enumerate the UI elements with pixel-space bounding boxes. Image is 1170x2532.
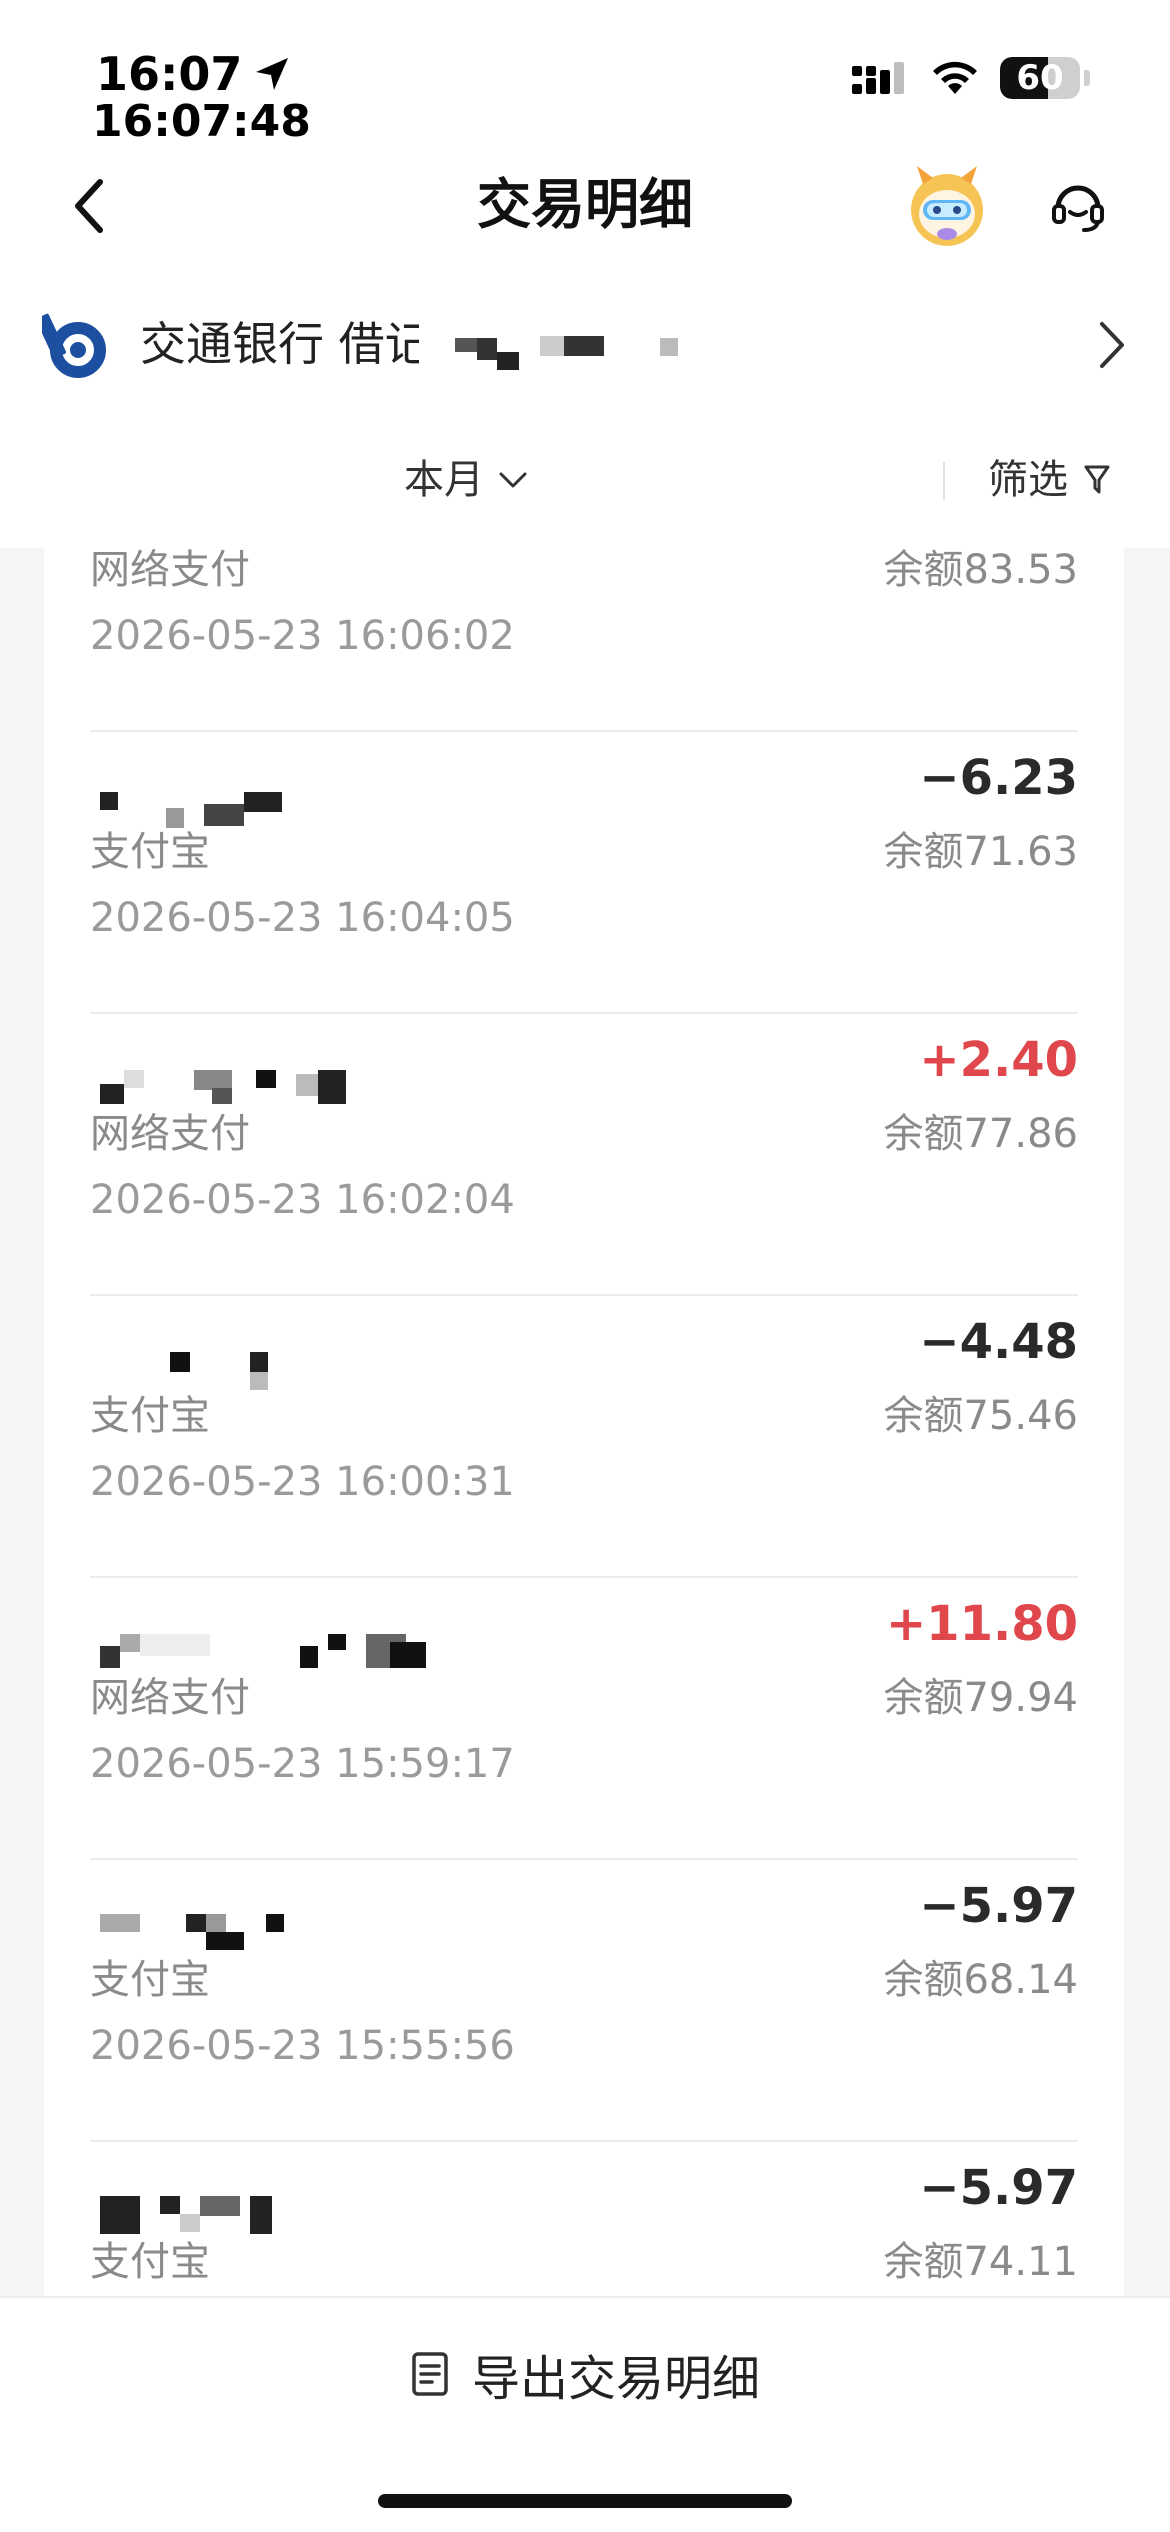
- filter-button[interactable]: 筛选: [988, 456, 1110, 504]
- transaction-channel: 支付宝: [90, 1957, 210, 2003]
- transaction-time: 2026-05-23 16:06:02: [90, 613, 515, 659]
- transaction-channel: 网络支付: [90, 548, 250, 593]
- transaction-time: 2026-05-23 15:55:56: [90, 2023, 515, 2069]
- transaction-amount: −6.23: [919, 750, 1078, 806]
- transaction-balance: 余额83.53: [883, 548, 1078, 593]
- status-time: 16:07: [96, 50, 292, 98]
- transaction-balance: 余额74.11: [883, 2239, 1078, 2285]
- filter-label: 筛选: [988, 457, 1068, 503]
- redacted-merchant-name: [100, 1634, 426, 1678]
- transaction-row[interactable]: +2.40 网络支付 余额77.86 2026-05-23 16:02:04: [90, 1014, 1078, 1296]
- customer-service-headset-icon[interactable]: [1048, 176, 1108, 236]
- status-time-text: 16:07: [96, 47, 243, 101]
- transaction-amount: −5.97: [919, 1878, 1078, 1934]
- filter-divider: [943, 462, 945, 500]
- transaction-row[interactable]: −4.48 支付宝 余额75.46 2026-05-23 16:00:31: [90, 1296, 1078, 1578]
- chevron-right-icon: [1100, 322, 1124, 368]
- card-type-text: 借记卡: [338, 317, 419, 371]
- transaction-channel: 支付宝: [90, 2239, 210, 2285]
- wifi-icon: [933, 61, 977, 94]
- account-name: 交通银行 借记卡: [140, 316, 419, 372]
- period-label: 本月: [404, 457, 484, 503]
- transaction-time: 2026-05-23 16:02:04: [90, 1177, 515, 1223]
- cellular-signal-icon: [852, 62, 904, 94]
- transaction-row[interactable]: −5.97 支付宝 余额74.11: [90, 2142, 1078, 2296]
- transaction-row[interactable]: −6.23 支付宝 余额71.63 2026-05-23 16:04:05: [90, 732, 1078, 1014]
- header-area: 16:07 16:07:48 60 交易明细 交通银行 借记 本月 筛选: [0, 0, 1170, 548]
- transaction-row[interactable]: 网络支付 余额83.53 2026-05-23 16:06:02: [90, 548, 1078, 732]
- redacted-merchant-name: [100, 1914, 300, 1958]
- transaction-list[interactable]: 网络支付 余额83.53 2026-05-23 16:06:02 −6.23 支…: [44, 548, 1124, 2296]
- redacted-merchant-name: [100, 1070, 346, 1114]
- transaction-amount: −4.48: [919, 1314, 1078, 1370]
- bottom-bar: 导出交易明细: [0, 2296, 1170, 2532]
- status-time-seconds: 16:07:48: [92, 96, 311, 147]
- period-dropdown[interactable]: 本月: [404, 456, 528, 504]
- status-indicators: 60: [852, 56, 1090, 100]
- transaction-channel: 网络支付: [90, 1675, 250, 1721]
- transaction-channel: 网络支付: [90, 1111, 250, 1157]
- battery-indicator: 60: [1000, 57, 1080, 99]
- transaction-row[interactable]: −5.97 支付宝 余额68.14 2026-05-23 15:55:56: [90, 1860, 1078, 2142]
- funnel-icon: [1084, 465, 1110, 494]
- home-indicator[interactable]: [378, 2494, 792, 2508]
- redacted-merchant-name: [100, 2196, 300, 2240]
- transaction-amount: −5.97: [919, 2160, 1078, 2216]
- transaction-time: 2026-05-23 15:59:17: [90, 1741, 515, 1787]
- transaction-amount: +2.40: [919, 1032, 1078, 1088]
- transaction-balance: 余额68.14: [883, 1957, 1078, 2003]
- mascot-avatar-icon[interactable]: [903, 162, 991, 250]
- transaction-row[interactable]: +11.80 网络支付 余额79.94 2026-05-23 15:59:17: [90, 1578, 1078, 1860]
- export-label: 导出交易明细: [471, 2351, 760, 2407]
- transaction-balance: 余额71.63: [883, 829, 1078, 875]
- page-title: 交易明细: [477, 173, 693, 236]
- document-icon: [412, 2352, 448, 2396]
- bank-name-text: 交通银行: [140, 317, 324, 371]
- battery-tip: [1084, 70, 1090, 86]
- transaction-balance: 余额77.86: [883, 1111, 1078, 1157]
- filter-bar: 本月 筛选: [0, 440, 1170, 520]
- chevron-down-icon: [499, 472, 527, 488]
- battery-percent: 60: [1016, 58, 1064, 98]
- export-transactions-button[interactable]: 导出交易明细: [0, 2334, 1170, 2414]
- redacted-merchant-name: [170, 1352, 290, 1396]
- transaction-channel: 支付宝: [90, 829, 210, 875]
- transaction-balance: 余额75.46: [883, 1393, 1078, 1439]
- redacted-card-number: [455, 330, 685, 380]
- account-selector[interactable]: 交通银行 借记卡: [0, 300, 1170, 390]
- transaction-amount: +11.80: [885, 1596, 1078, 1652]
- transaction-balance: 余额79.94: [883, 1675, 1078, 1721]
- bank-of-communications-logo-icon: [42, 313, 106, 378]
- transaction-time: 2026-05-23 16:00:31: [90, 1459, 515, 1505]
- location-arrow-icon: [256, 58, 289, 90]
- transaction-time: 2026-05-23 16:04:05: [90, 895, 515, 941]
- transaction-channel: 支付宝: [90, 1393, 210, 1439]
